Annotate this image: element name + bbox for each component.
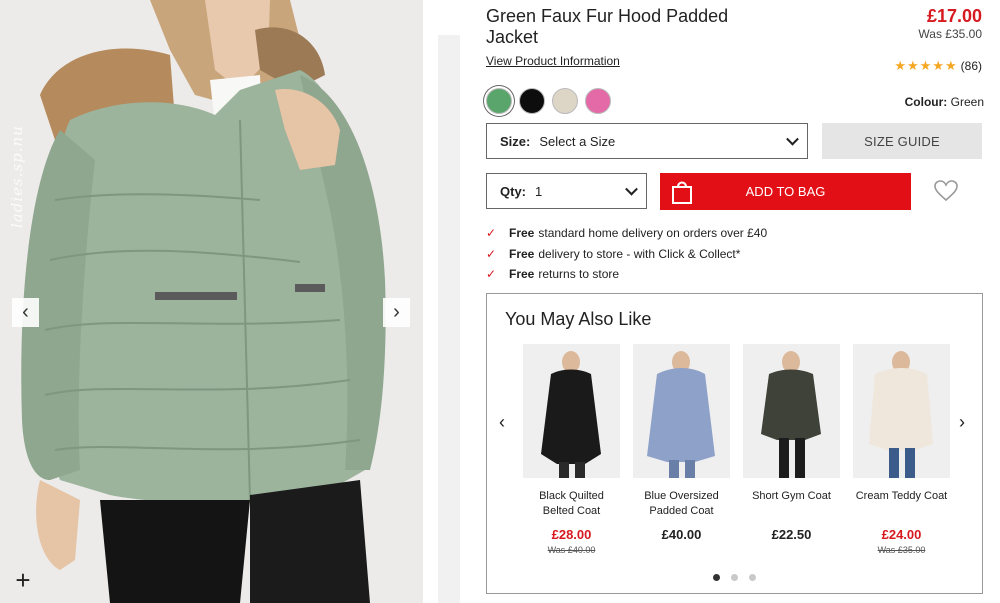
bag-icon [672,181,692,204]
product-name: Short Gym Coat [752,490,831,502]
product-card[interactable]: Short Gym Coat £22.50 [743,344,840,555]
carousel-dot[interactable] [713,574,720,581]
check-icon: ✓ [486,226,497,241]
delivery-text: standard home delivery on orders over £4… [538,226,768,241]
size-value: Select a Size [539,133,616,149]
recommendations-title: You May Also Like [505,309,652,329]
delivery-free: Free [509,246,535,261]
product-image [633,344,730,478]
delivery-row: ✓ Free delivery to store - with Click & … [486,244,767,265]
delivery-row: ✓ Free standard home delivery on orders … [486,223,767,244]
product-carousel: Black Quilted Belted Coat £28.00 Was £40… [523,344,950,555]
colour-swatches [486,88,611,114]
add-to-bag-label: ADD TO BAG [745,184,826,199]
chevron-down-icon [786,132,799,146]
heart-icon[interactable] [934,180,958,202]
product-price: £22.50 [771,527,812,542]
qty-value: 1 [535,183,543,199]
review-count: (86) [960,59,982,73]
gallery-prev-button[interactable]: ‹ [12,298,39,327]
product-price: £28.00 [551,527,592,542]
qty-select[interactable]: Qty: 1 [486,173,647,209]
product-was-price: Was £35.00 [877,545,926,555]
qty-label: Qty: [500,183,526,199]
product-name: Cream Teddy Coat [855,490,948,502]
product-name: Black Quilted Belted Coat [539,490,604,517]
product-was-price: Was £40.00 [547,545,596,555]
chevron-left-icon: ‹ [22,301,29,323]
colour-label-key: Colour: [904,95,948,109]
rating[interactable]: ★★★★★ (86) [894,58,982,74]
was-price: Was £35.00 [918,27,982,41]
chevron-left-icon[interactable]: ‹ [499,412,505,433]
swatch-stone[interactable] [552,88,578,114]
watermark: ladies.sp.nu [2,10,26,228]
chevron-down-icon [625,182,638,196]
swatch-pink[interactable] [585,88,611,114]
delivery-row: ✓ Free returns to store [486,264,767,285]
carousel-pagination [713,574,756,581]
gallery-next-button[interactable]: › [383,298,410,327]
product-card[interactable]: Blue Oversized Padded Coat £40.00 [633,344,730,555]
carousel-dot[interactable] [749,574,756,581]
recommendations-panel: You May Also Like ‹ › Black Quilted Belt… [486,293,983,594]
product-title: Green Faux Fur Hood Padded Jacket [486,6,729,47]
product-image-gallery[interactable]: ladies.sp.nu ‹ › + [0,0,423,603]
product-card[interactable]: Black Quilted Belted Coat £28.00 Was £40… [523,344,620,555]
check-icon: ✓ [486,267,497,282]
product-image [523,344,620,478]
product-price: £24.00 [881,527,922,542]
colour-label: Colour: Green [905,95,984,109]
product-price: £40.00 [661,527,702,542]
carousel-dot[interactable] [731,574,738,581]
product-image [743,344,840,478]
colour-selected: Green [950,95,984,109]
swatch-black[interactable] [519,88,545,114]
current-price: £17.00 [926,6,982,26]
delivery-free: Free [509,226,535,241]
check-icon: ✓ [486,246,497,261]
product-card[interactable]: Cream Teddy Coat £24.00 Was £35.00 [853,344,950,555]
thumbnail-strip[interactable] [438,35,460,603]
size-guide-button[interactable]: SIZE GUIDE [822,123,982,159]
chevron-right-icon: › [393,301,400,323]
product-photo [0,0,423,603]
delivery-text: delivery to store - with Click & Collect… [538,246,741,261]
star-icon: ★★★★★ [894,58,958,73]
watermark-text: ladies.sp.nu [8,125,26,228]
size-select[interactable]: Size: Select a Size [486,123,808,159]
view-product-information-link[interactable]: View Product Information [486,54,620,68]
swatch-green[interactable] [486,88,512,114]
delivery-info: ✓ Free standard home delivery on orders … [486,223,767,285]
chevron-right-icon[interactable]: › [959,412,965,433]
zoom-icon[interactable]: + [10,567,36,594]
product-image [853,344,950,478]
delivery-text: returns to store [538,267,620,282]
product-name: Blue Oversized Padded Coat [644,490,719,517]
delivery-free: Free [509,267,535,282]
size-label: Size: [500,133,531,149]
add-to-bag-button[interactable]: ADD TO BAG [660,173,911,210]
